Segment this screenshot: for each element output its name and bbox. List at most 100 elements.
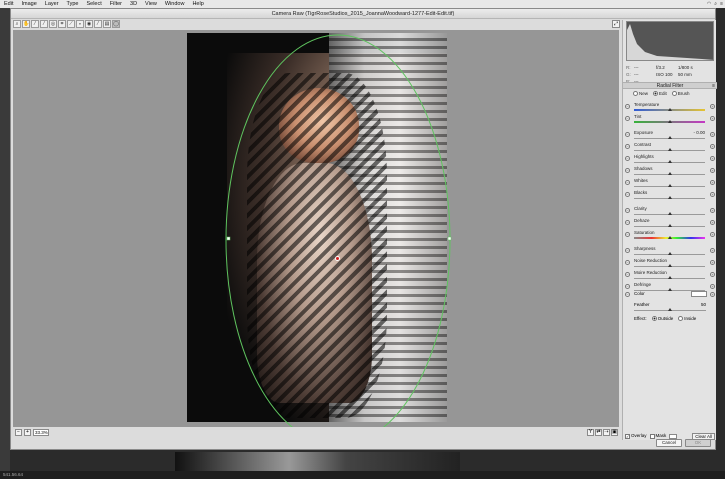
magnifier-icon[interactable]: ⌕ (13, 20, 21, 28)
target-icon[interactable]: ◎ (49, 20, 57, 28)
effect-inside-option[interactable]: Inside (678, 316, 696, 322)
panel-menu-icon[interactable]: ≡ (712, 83, 715, 89)
shadows-minus-icon[interactable]: − (625, 168, 630, 173)
feather-slider[interactable]: Feather 50 (634, 302, 706, 314)
temperature-slider[interactable]: − Temperature + (625, 102, 715, 114)
menu-item-edit[interactable]: Edit (0, 0, 17, 8)
noise-reduction-slider[interactable]: − Noise Reduction + (625, 258, 715, 270)
shadows-plus-icon[interactable]: + (710, 168, 715, 173)
highlights-slider[interactable]: − Highlights + (625, 154, 715, 166)
moire-reduction-slider[interactable]: − Moire Reduction + (625, 270, 715, 282)
whites-minus-icon[interactable]: − (625, 180, 630, 185)
ok-button[interactable]: OK (685, 439, 711, 447)
menu-item-window[interactable]: Window (161, 0, 189, 8)
overlay-option[interactable]: ✓ Overlay (625, 433, 647, 439)
sharpness-plus-icon[interactable]: + (710, 248, 715, 253)
mask-checkbox[interactable] (649, 433, 655, 439)
clarity-plus-icon[interactable]: + (710, 208, 715, 213)
defringe-plus-icon[interactable]: + (710, 284, 715, 289)
mode-new-option[interactable]: New (633, 91, 648, 97)
menu-item-help[interactable]: Help (188, 0, 207, 8)
list-icon[interactable]: ≡ (720, 0, 723, 8)
mode-edit-option[interactable]: Edit (653, 91, 667, 97)
feather-value[interactable]: 50 (692, 302, 706, 308)
temperature-minus-icon[interactable]: − (625, 104, 630, 109)
contrast-minus-icon[interactable]: − (625, 144, 630, 149)
mode-brush-radio[interactable] (671, 91, 677, 97)
tint-minus-icon[interactable]: − (625, 116, 630, 121)
crop-icon[interactable]: ⌗ (58, 20, 66, 28)
copy-settings-icon[interactable]: ⇢ (603, 429, 610, 436)
noise-reduction-thumb[interactable] (667, 264, 672, 267)
dehaze-plus-icon[interactable]: + (710, 220, 715, 225)
eyedropper-icon[interactable]: ⁄ (31, 20, 39, 28)
blacks-plus-icon[interactable]: + (710, 192, 715, 197)
straighten-icon[interactable]: ⟋ (67, 20, 75, 28)
moire-reduction-thumb[interactable] (667, 276, 672, 279)
effect-outside-radio[interactable] (651, 316, 657, 322)
blacks-slider[interactable]: − Blacks + (625, 190, 715, 202)
saturation-thumb[interactable] (667, 236, 672, 239)
cancel-button[interactable]: Cancel (656, 439, 682, 447)
mode-brush-option[interactable]: Brush (671, 91, 690, 97)
hand-icon[interactable]: ✋ (22, 20, 30, 28)
tint-thumb[interactable] (667, 120, 672, 123)
contrast-plus-icon[interactable]: + (710, 144, 715, 149)
toggle-icon[interactable]: ▣ (611, 429, 618, 436)
menu-item-image[interactable]: Image (17, 0, 40, 8)
mode-new-radio[interactable] (633, 91, 638, 97)
eye-icon[interactable]: ◉ (85, 20, 93, 28)
highlights-thumb[interactable] (667, 160, 672, 163)
exposure-plus-icon[interactable]: + (710, 132, 715, 137)
blacks-minus-icon[interactable]: − (625, 192, 630, 197)
mask-color-swatch[interactable] (669, 433, 678, 439)
exposure-minus-icon[interactable]: − (625, 132, 630, 137)
exposure-thumb[interactable] (667, 136, 672, 139)
zoom-out-button[interactable]: − (15, 429, 22, 436)
dehaze-thumb[interactable] (667, 224, 672, 227)
defringe-thumb[interactable] (667, 288, 672, 291)
clarity-minus-icon[interactable]: − (625, 208, 630, 213)
whites-plus-icon[interactable]: + (710, 180, 715, 185)
menu-item-layer[interactable]: Layer (41, 0, 63, 8)
moire-reduction-plus-icon[interactable]: + (710, 272, 715, 277)
saturation-plus-icon[interactable]: + (710, 232, 715, 237)
clarity-slider[interactable]: − Clarity + (625, 206, 715, 218)
sharpness-thumb[interactable] (667, 252, 672, 255)
dehaze-slider[interactable]: − Dehaze + (625, 218, 715, 230)
feather-thumb[interactable] (668, 308, 672, 311)
shadows-slider[interactable]: − Shadows + (625, 166, 715, 178)
dehaze-minus-icon[interactable]: − (625, 220, 630, 225)
defringe-slider[interactable]: − Defringe + (625, 282, 715, 294)
menu-item-select[interactable]: Select (82, 0, 105, 8)
sharpness-slider[interactable]: − Sharpness + (625, 246, 715, 258)
defringe-minus-icon[interactable]: − (625, 284, 630, 289)
contrast-slider[interactable]: − Contrast + (625, 142, 715, 154)
radial-icon[interactable]: ◯ (112, 20, 120, 28)
tint-plus-icon[interactable]: + (710, 116, 715, 121)
before-after-icon[interactable]: Y (587, 429, 594, 436)
noise-reduction-plus-icon[interactable]: + (710, 260, 715, 265)
moire-reduction-minus-icon[interactable]: − (625, 272, 630, 277)
highlights-minus-icon[interactable]: − (625, 156, 630, 161)
radial-filter-overlay[interactable] (13, 30, 619, 427)
menu-item-view[interactable]: View (141, 0, 161, 8)
brush-icon[interactable]: ⁄ (94, 20, 102, 28)
mask-option[interactable]: Mask (649, 433, 666, 439)
highlights-plus-icon[interactable]: + (710, 156, 715, 161)
zoom-level-select[interactable]: 33.3% (33, 429, 49, 436)
temperature-plus-icon[interactable]: + (710, 104, 715, 109)
fullscreen-toggle-icon[interactable]: ⤢ (612, 20, 620, 28)
overlay-checkbox[interactable]: ✓ (625, 433, 630, 439)
whites-thumb[interactable] (667, 184, 672, 187)
mode-edit-radio[interactable] (653, 91, 659, 97)
tint-slider[interactable]: − Tint + (625, 114, 715, 126)
sampler-icon[interactable]: ⁄ (40, 20, 48, 28)
zoom-in-button[interactable]: + (24, 429, 31, 436)
shadows-thumb[interactable] (667, 172, 672, 175)
menu-item-type[interactable]: Type (63, 0, 83, 8)
sharpness-minus-icon[interactable]: − (625, 248, 630, 253)
blacks-thumb[interactable] (667, 196, 672, 199)
whites-slider[interactable]: − Whites + (625, 178, 715, 190)
menu-item-filter[interactable]: Filter (106, 0, 126, 8)
